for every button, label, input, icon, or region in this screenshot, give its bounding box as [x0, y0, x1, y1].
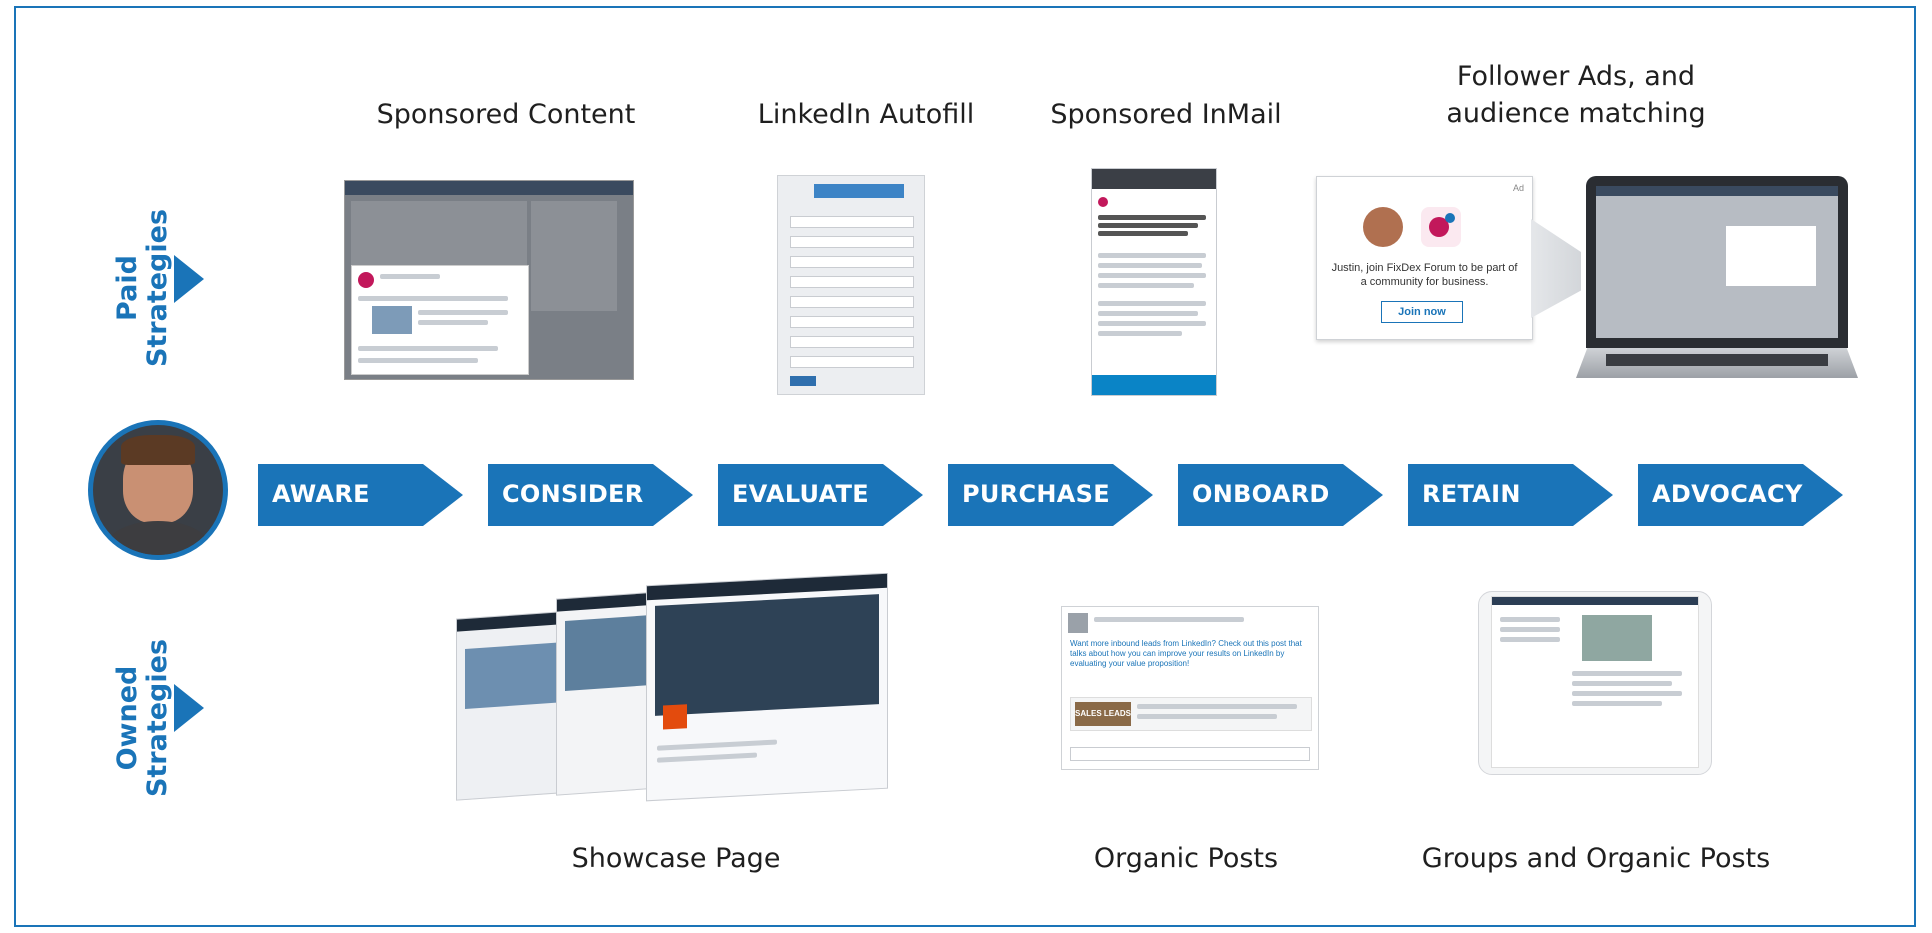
label-linkedin-autofill: LinkedIn Autofill [757, 99, 975, 130]
stage-consider: CONSIDER [488, 464, 693, 526]
sponsored-content-screenshot [344, 180, 634, 380]
label-follower-ads: Follower Ads, and audience matching [1446, 61, 1706, 129]
paid-arrow-icon [174, 255, 204, 303]
owned-strategies-label: Owned Strategies [112, 638, 173, 798]
laptop-screenshot [1576, 176, 1858, 392]
stage-aware: AWARE [258, 464, 463, 526]
stage-retain: RETAIN [1408, 464, 1613, 526]
avatar-photo [1363, 207, 1403, 247]
organic-post-screenshot: Want more inbound leads from LinkedIn? C… [1061, 606, 1319, 770]
groups-tablet-screenshot [1478, 591, 1712, 775]
follower-ad-message: Justin, join FixDex Forum to be part of … [1331, 262, 1518, 288]
sales-leads-tag: SALES LEADS [1075, 702, 1131, 726]
label-sponsored-inmail: Sponsored InMail [1050, 99, 1282, 130]
stage-purchase: PURCHASE [948, 464, 1153, 526]
paid-strategies-label: Paid Strategies [112, 208, 173, 368]
label-sponsored-content: Sponsored Content [376, 99, 636, 130]
owned-arrow-icon [174, 684, 204, 732]
ad-tag: Ad [1512, 183, 1524, 193]
stage-evaluate: EVALUATE [718, 464, 923, 526]
connector-beam [1531, 219, 1581, 318]
strategy-diagram: Sponsored Content LinkedIn Autofill Spon… [14, 6, 1916, 927]
join-now-button[interactable]: Join now [1381, 301, 1463, 323]
inmail-phone-screenshot [1091, 168, 1217, 396]
showcase-page-screenshot [446, 573, 906, 803]
follower-ad-card: Ad Justin, join FixDex Forum to be part … [1316, 176, 1533, 340]
fixdex-logo-icon [1421, 207, 1461, 247]
stage-advocacy: ADVOCACY [1638, 464, 1843, 526]
autofill-form-screenshot [777, 175, 925, 395]
organic-post-headline: Want more inbound leads from LinkedIn? C… [1070, 639, 1302, 668]
label-organic-posts: Organic Posts [1093, 843, 1279, 874]
label-showcase-page: Showcase Page [571, 843, 781, 874]
stage-onboard: ONBOARD [1178, 464, 1383, 526]
customer-avatar [88, 420, 228, 560]
label-groups-organic-posts: Groups and Organic Posts [1421, 843, 1771, 874]
